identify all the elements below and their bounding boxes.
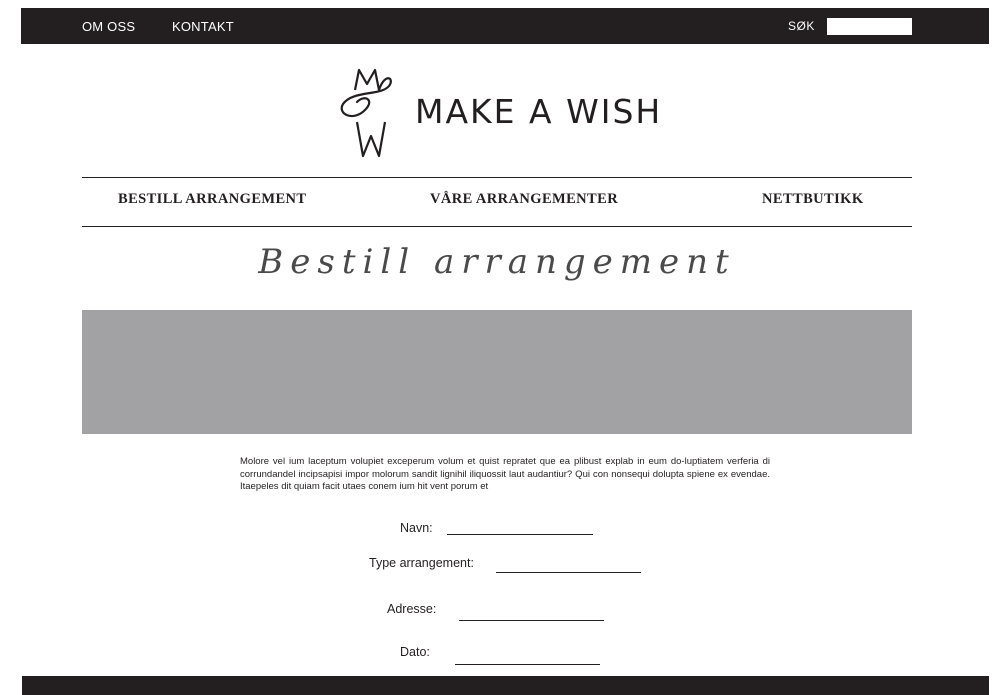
nav-item-bestill-arrangement[interactable]: BESTILL ARRANGEMENT <box>118 191 307 208</box>
nav-item-vare-arrangementer[interactable]: VÅRE ARRANGEMENTER <box>430 191 618 208</box>
hero-image-placeholder <box>82 310 912 434</box>
site-logo[interactable]: MAKE A WISH <box>335 64 665 160</box>
address-label: Adresse: <box>387 602 437 616</box>
logo-text: MAKE A WISH <box>415 92 663 131</box>
search-label: SØK <box>788 19 815 33</box>
search-input[interactable] <box>827 18 912 35</box>
footer-bar <box>22 676 989 695</box>
mw-monogram-icon <box>340 68 392 158</box>
nav-top-divider <box>82 177 912 178</box>
nav-link-om-oss[interactable]: OM OSS <box>82 19 135 34</box>
date-label: Dato: <box>400 645 430 659</box>
page-title: Bestill arrangement <box>258 242 736 282</box>
date-field[interactable] <box>455 650 600 665</box>
nav-link-kontakt[interactable]: KONTAKT <box>172 19 234 34</box>
top-bar: OM OSS KONTAKT SØK <box>21 8 989 44</box>
nav-item-nettbutikk[interactable]: NETTBUTIKK <box>762 191 864 208</box>
nav-bottom-divider <box>82 226 912 227</box>
intro-text: Molore vel ium laceptum volupiet exceper… <box>240 456 770 492</box>
name-label: Navn: <box>400 521 433 535</box>
event-type-field[interactable] <box>496 558 641 573</box>
event-type-label: Type arrangement: <box>369 556 474 570</box>
name-field[interactable] <box>447 520 593 535</box>
address-field[interactable] <box>459 606 604 621</box>
